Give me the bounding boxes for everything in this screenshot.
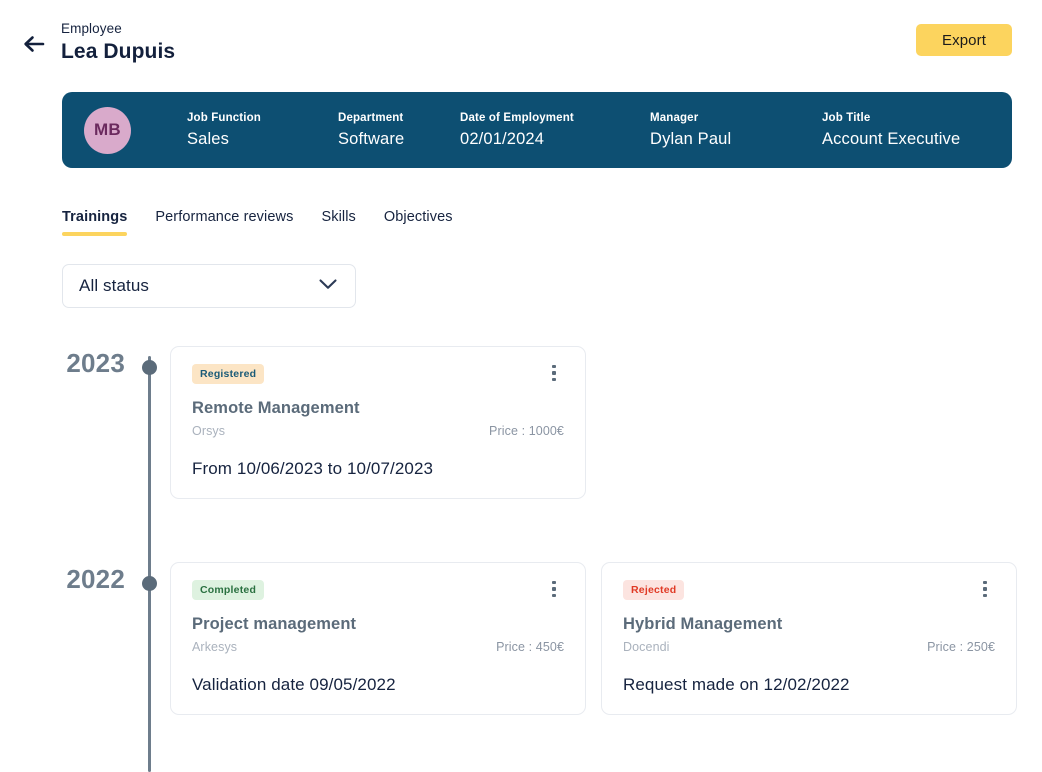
info-field-label: Job Title [822, 112, 871, 124]
training-title: Hybrid Management [623, 615, 783, 633]
info-field-label: Department [338, 112, 404, 124]
training-card-header: Completed [192, 580, 564, 600]
training-title: Project management [192, 615, 357, 633]
training-card[interactable]: Registered Remote Management Orsys Price… [170, 346, 586, 499]
training-provider: Docendi [623, 640, 670, 654]
info-field-date-of-employment: Date of Employment 02/01/2024 [460, 111, 650, 149]
training-meta: Arkesys Price : 450€ [192, 640, 564, 654]
training-price: Price : 1000€ [489, 424, 564, 438]
timeline-year-label: 2022 [66, 564, 125, 594]
info-field-manager: Manager Dylan Paul [650, 111, 822, 149]
employee-training-page: Employee Lea Dupuis Export MB Job Functi… [0, 0, 1042, 772]
employee-info-banner: MB Job Function Sales Department Softwar… [62, 92, 1012, 168]
training-card-list: Registered Remote Management Orsys Price… [170, 346, 586, 499]
training-date: Validation date 09/05/2022 [192, 675, 396, 694]
tab-performance-reviews[interactable]: Performance reviews [155, 209, 293, 236]
kebab-menu-icon[interactable] [975, 579, 995, 599]
timeline-dot [142, 576, 157, 591]
page-header: Employee Lea Dupuis Export [0, 0, 1042, 78]
info-field-value: Software [338, 130, 405, 148]
info-field-label: Job Function [187, 112, 261, 124]
tab-skills[interactable]: Skills [321, 209, 355, 236]
export-button[interactable]: Export [916, 24, 1012, 56]
training-card-header: Registered [192, 364, 564, 384]
training-title: Remote Management [192, 399, 360, 417]
timeline-line [148, 356, 151, 772]
info-field-label: Date of Employment [460, 112, 574, 124]
training-provider: Orsys [192, 424, 226, 438]
info-field-value: Account Executive [822, 130, 961, 148]
tab-bar: Trainings Performance reviews Skills Obj… [62, 209, 453, 236]
tab-objectives[interactable]: Objectives [384, 209, 453, 236]
timeline-dot [142, 360, 157, 375]
kebab-menu-icon[interactable] [544, 579, 564, 599]
employee-info-fields: Job Function Sales Department Software D… [131, 111, 1042, 149]
info-field-value: Dylan Paul [650, 130, 732, 148]
info-field-job-title: Job Title Account Executive [822, 111, 1042, 149]
avatar: MB [84, 106, 131, 154]
info-field-value: 02/01/2024 [460, 130, 545, 148]
training-card[interactable]: Completed Project management Arkesys Pri… [170, 562, 586, 715]
page-title-eyebrow: Employee [61, 21, 122, 36]
training-meta: Docendi Price : 250€ [623, 640, 995, 654]
training-provider: Arkesys [192, 640, 238, 654]
employee-name: Lea Dupuis [61, 40, 176, 63]
page-title: Employee Lea Dupuis [61, 21, 175, 65]
training-card[interactable]: Rejected Hybrid Management Docendi Price… [601, 562, 1017, 715]
kebab-menu-icon[interactable] [544, 363, 564, 383]
tab-trainings[interactable]: Trainings [62, 209, 128, 236]
training-meta: Orsys Price : 1000€ [192, 424, 564, 438]
training-price: Price : 250€ [927, 640, 995, 654]
status-badge: Rejected [623, 580, 685, 600]
training-card-header: Rejected [623, 580, 995, 600]
training-date: From 10/06/2023 to 10/07/2023 [192, 459, 434, 478]
training-date: Request made on 12/02/2022 [623, 675, 850, 694]
arrow-left-icon [22, 34, 46, 54]
chevron-down-icon [319, 277, 337, 295]
status-filter-dropdown[interactable]: All status [62, 264, 356, 308]
info-field-label: Manager [650, 112, 699, 124]
timeline-year-label: 2023 [66, 348, 125, 378]
training-card-list: Completed Project management Arkesys Pri… [170, 562, 1017, 715]
status-badge: Completed [192, 580, 265, 600]
info-field-department: Department Software [338, 111, 460, 149]
training-price: Price : 450€ [496, 640, 564, 654]
status-badge: Registered [192, 364, 265, 384]
info-field-job-function: Job Function Sales [187, 111, 338, 149]
info-field-value: Sales [187, 130, 230, 148]
back-button[interactable] [18, 30, 50, 58]
status-filter-value: All status [79, 276, 149, 295]
